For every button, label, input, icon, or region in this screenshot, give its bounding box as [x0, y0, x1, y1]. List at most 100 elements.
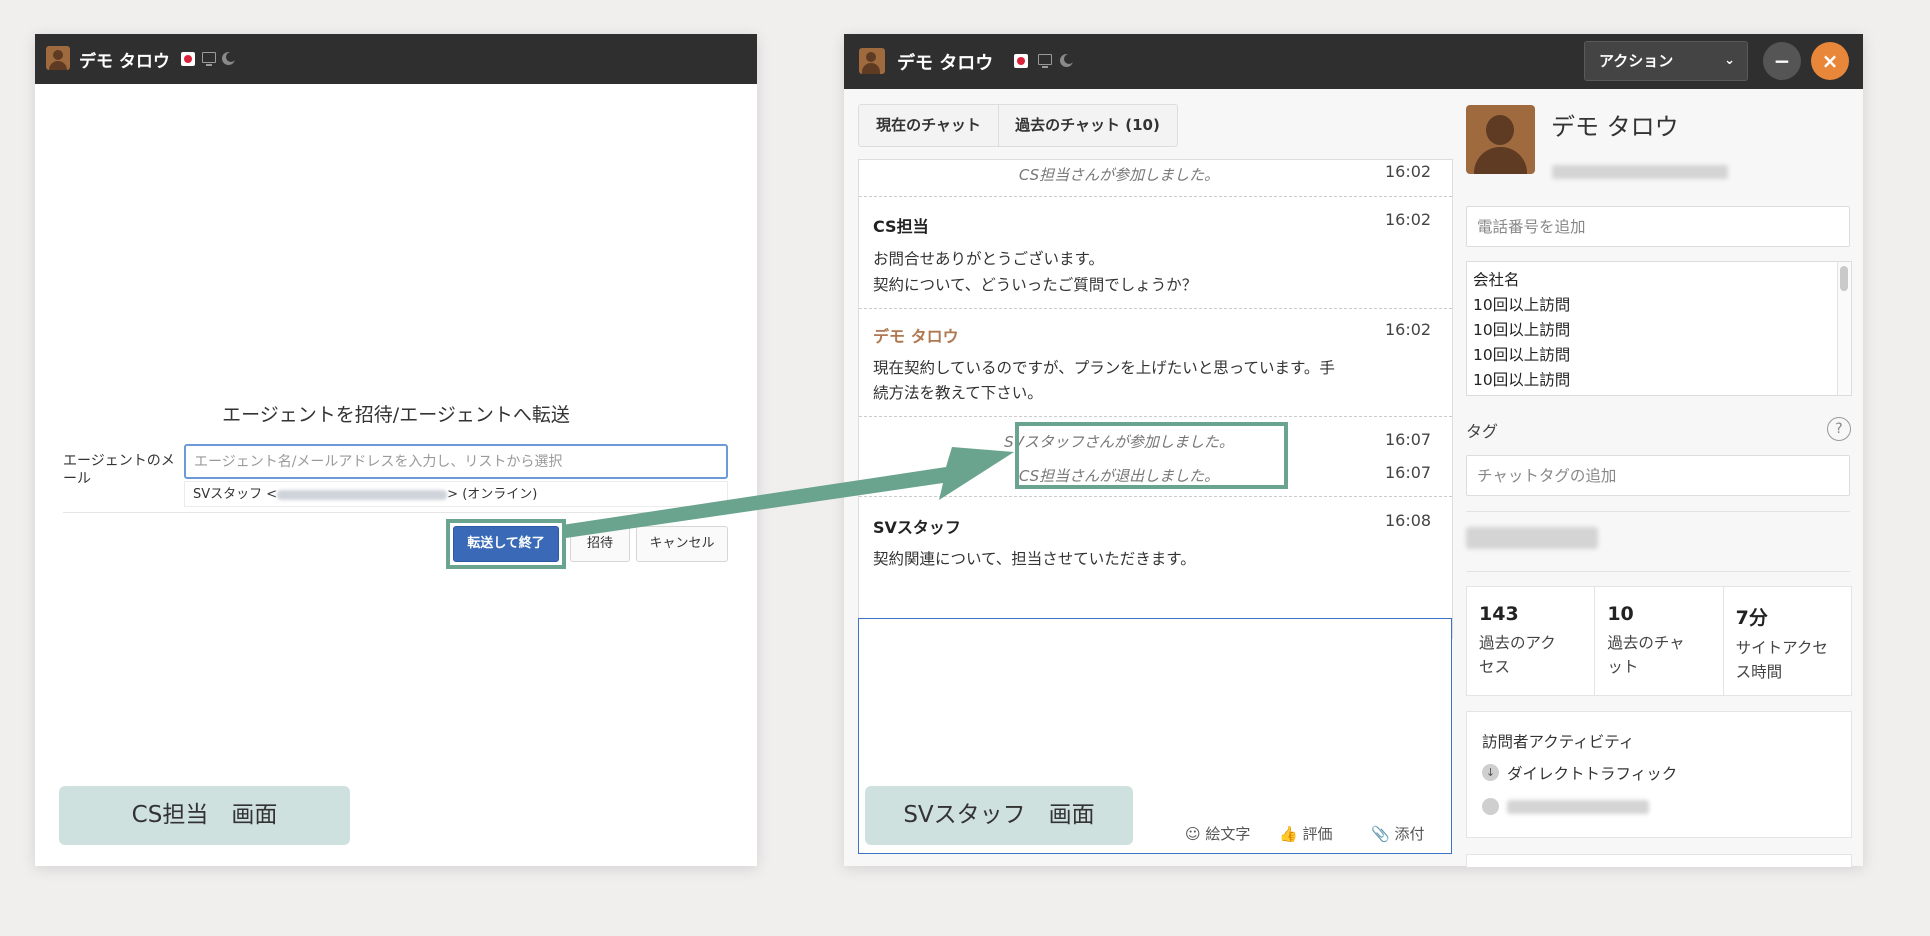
stat-past-access: 143 過去のアク セス: [1467, 587, 1596, 695]
activity-item-direct: ダイレクトトラフィック: [1507, 765, 1678, 783]
message-divider: [859, 196, 1452, 197]
japan-flag-icon: [181, 52, 195, 66]
stat-value: 10: [1607, 603, 1634, 625]
user-avatar-icon: [859, 48, 885, 74]
custom-field-item: 10回以上訪問: [1473, 371, 1571, 389]
visitor-activity-panel: 訪問者アクティビティ ↓ ダイレクトトラフィック: [1466, 711, 1852, 838]
cs-agent-window: デモ タロウ エージェントを招待/エージェントへ転送 エージェントのメール SV…: [35, 34, 757, 866]
help-icon[interactable]: ?: [1827, 417, 1851, 441]
stat-value: 7分: [1735, 607, 1768, 629]
custom-field-item: 10回以上訪問: [1473, 346, 1571, 364]
chevron-down-icon: ⌄: [1724, 53, 1735, 68]
rate-button[interactable]: 👍 評価: [1279, 823, 1332, 844]
sidebar-divider: [1466, 511, 1850, 512]
message-time: 16:02: [1385, 162, 1432, 181]
page-dot-icon: [1482, 798, 1499, 815]
sv-screen-label: SVスタッフ 画面: [865, 786, 1133, 845]
message-divider: [859, 416, 1452, 417]
cs-window-titlebar: デモ タロウ: [35, 34, 757, 84]
cs-screen-label: CS担当 画面: [59, 786, 350, 845]
stat-past-chats: 10 過去のチャ ット: [1595, 587, 1724, 695]
stat-label: 過去のアク セス: [1479, 634, 1556, 676]
invite-dialog-title: エージェントを招待/エージェントへ転送: [222, 404, 570, 426]
emoji-button[interactable]: ☺ 絵文字: [1185, 823, 1250, 844]
rate-label: 評価: [1302, 825, 1333, 843]
titlebar-user-name: デモ タロウ: [897, 53, 994, 74]
sidebar-divider: [1466, 571, 1850, 572]
person-head-icon: [1486, 115, 1514, 145]
phone-number-input[interactable]: [1466, 206, 1850, 247]
message-line: 契約関連について、担当させていただきます。: [873, 550, 1196, 568]
smile-icon: ☺: [1185, 825, 1201, 843]
close-button[interactable]: ×: [1811, 42, 1849, 80]
tab-past-chats[interactable]: 過去のチャット (10): [999, 105, 1176, 146]
redacted-activity-page: [1507, 800, 1649, 814]
visitor-name: デモ タロウ: [1551, 113, 1679, 141]
desktop-icon: [202, 52, 216, 66]
message-divider: [859, 308, 1452, 309]
message-time: 16:07: [1385, 463, 1432, 482]
action-dropdown[interactable]: アクション ⌄: [1584, 41, 1748, 81]
person-body-icon: [1474, 147, 1527, 174]
message-line: お問合せありがとうございます。: [873, 250, 1104, 268]
custom-fields-list[interactable]: 会社名 10回以上訪問 10回以上訪問 10回以上訪問 10回以上訪問: [1466, 261, 1852, 396]
stat-value: 143: [1479, 603, 1519, 625]
attach-button[interactable]: 📎 添付: [1371, 823, 1424, 844]
transfer-and-end-button[interactable]: 転送して終了: [453, 526, 559, 562]
thumbs-up-icon: 👍: [1279, 825, 1298, 843]
message-divider: [859, 496, 1452, 497]
chat-transcript[interactable]: CS担当さんが参加しました。 16:02 CS担当 16:02 お問合せありがと…: [858, 159, 1453, 639]
system-message-highlight: [1015, 422, 1288, 489]
message-time: 16:07: [1385, 430, 1432, 449]
suggestion-prefix: SVスタッフ <: [193, 487, 278, 502]
chat-tabs: 現在のチャット 過去のチャット (10): [858, 104, 1178, 147]
attach-label: 添付: [1394, 825, 1425, 843]
desktop-icon: [1038, 54, 1052, 68]
custom-field-item: 会社名: [1473, 271, 1520, 289]
message-time: 16:02: [1385, 320, 1432, 339]
agent-search-input[interactable]: [184, 444, 728, 479]
visitor-avatar: [1466, 105, 1535, 174]
cancel-button[interactable]: キャンセル: [636, 526, 728, 562]
list-scrollbar-thumb[interactable]: [1840, 266, 1848, 291]
japan-flag-icon: [1014, 54, 1028, 68]
message-sender: SVスタッフ: [873, 518, 961, 537]
message-sender: CS担当: [873, 217, 929, 236]
redacted-email: [277, 489, 448, 500]
message-line: 現在契約しているのですが、プランを上げたいと思っています。手: [873, 359, 1335, 377]
message-time: 16:08: [1385, 511, 1432, 530]
redacted-visitor-email: [1552, 165, 1728, 179]
titlebar-user-name: デモ タロウ: [79, 52, 170, 72]
agent-suggestion-item[interactable]: SVスタッフ < > (オンライン): [184, 481, 728, 507]
activity-title: 訪問者アクティビティ: [1482, 733, 1635, 751]
message-sender-visitor: デモ タロウ: [873, 327, 959, 346]
visitor-stats: 143 過去のアク セス 10 過去のチャ ット 7分 サイトアクセ ス時間: [1466, 586, 1852, 696]
sv-window-titlebar: デモ タロウ アクション ⌄ − ×: [844, 34, 1863, 89]
minimize-button[interactable]: −: [1763, 42, 1801, 80]
user-avatar-icon: [46, 46, 70, 70]
stat-label: サイトアクセ ス時間: [1735, 639, 1828, 681]
custom-field-item: 10回以上訪問: [1473, 296, 1571, 314]
suggestion-suffix: > (オンライン): [447, 487, 538, 502]
tab-current-chat[interactable]: 現在のチャット: [859, 105, 999, 146]
form-divider: [63, 512, 728, 513]
stat-site-time: 7分 サイトアクセ ス時間: [1724, 587, 1851, 695]
sv-staff-window: デモ タロウ アクション ⌄ − × 現在のチャット 過去のチャット (10) …: [844, 34, 1863, 867]
action-label: アクション: [1599, 52, 1674, 70]
system-message: CS担当さんが参加しました。: [1018, 166, 1220, 184]
emoji-label: 絵文字: [1205, 825, 1251, 843]
message-line: 続方法を教えて下さい。: [873, 384, 1043, 402]
invite-button[interactable]: 招待: [570, 526, 630, 562]
redacted-tag: [1466, 527, 1598, 549]
message-time: 16:02: [1385, 210, 1432, 229]
stat-label: 過去のチャ ット: [1607, 634, 1685, 676]
sidebar-next-panel: [1466, 854, 1852, 867]
paperclip-icon: 📎: [1371, 825, 1390, 843]
browser-icon: [222, 52, 236, 65]
browser-icon: [1060, 54, 1074, 67]
download-arrow-icon: ↓: [1482, 764, 1499, 781]
chat-tag-input[interactable]: [1466, 455, 1850, 496]
custom-field-item: 10回以上訪問: [1473, 321, 1571, 339]
message-line: 契約について、どういったご質問でしょうか？: [873, 276, 1198, 294]
agent-email-label: エージェントのメール: [63, 453, 175, 487]
